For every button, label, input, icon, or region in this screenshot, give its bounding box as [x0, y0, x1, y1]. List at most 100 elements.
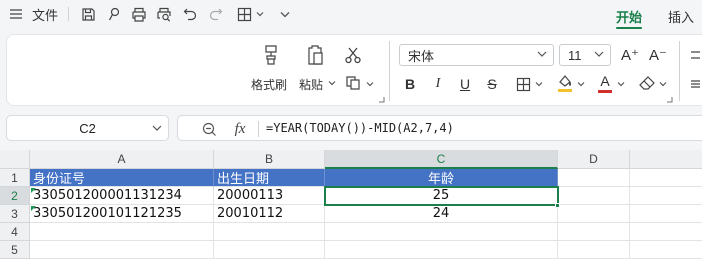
- row-header-4[interactable]: 4: [0, 223, 30, 241]
- col-header-c[interactable]: C: [325, 150, 558, 169]
- undo-icon[interactable]: [180, 0, 200, 28]
- name-box[interactable]: C2: [6, 115, 169, 141]
- tab-home[interactable]: 开始: [609, 4, 649, 28]
- clipboard-launcher-icon[interactable]: [378, 96, 385, 103]
- underline-button[interactable]: U: [456, 74, 474, 94]
- col-header-b[interactable]: B: [214, 150, 325, 169]
- cut-icon[interactable]: [342, 44, 364, 66]
- menu-bar: 文件 开始 插入: [0, 0, 702, 30]
- cell-e5[interactable]: [630, 241, 702, 259]
- redo-icon[interactable]: [205, 0, 225, 28]
- font-name-select[interactable]: 宋体: [399, 44, 554, 66]
- menu-hamburger-icon[interactable]: [8, 0, 24, 28]
- cell-a1[interactable]: 身份证号: [30, 169, 214, 187]
- cell-b5[interactable]: [214, 241, 325, 259]
- clear-format-icon[interactable]: [637, 73, 657, 93]
- print-preview-icon[interactable]: [154, 0, 174, 28]
- font-color-dropdown-icon[interactable]: [616, 79, 626, 89]
- name-box-value: C2: [79, 120, 96, 136]
- insert-function-button[interactable]: fx: [230, 119, 250, 139]
- paste-dropdown-icon[interactable]: [327, 78, 337, 88]
- zoom-formula-icon[interactable]: [200, 120, 218, 138]
- borders-dropdown-icon[interactable]: [534, 79, 544, 89]
- row-header-5-label: 5: [11, 242, 18, 257]
- cell-d5[interactable]: [558, 241, 630, 259]
- bold-button[interactable]: B: [401, 74, 419, 94]
- file-menu-label: 文件: [31, 7, 58, 23]
- cell-b2[interactable]: 20000113: [214, 187, 325, 205]
- col-header-a[interactable]: A: [30, 150, 214, 169]
- row-header-5[interactable]: 5: [0, 241, 30, 259]
- align-icon[interactable]: [689, 76, 701, 92]
- fill-color-dropdown-icon[interactable]: [576, 79, 586, 89]
- increase-font-icon[interactable]: A⁺: [619, 45, 641, 65]
- name-box-chevron-icon[interactable]: [152, 124, 162, 132]
- cell-c2[interactable]: 25: [325, 187, 558, 205]
- cell-a4[interactable]: [30, 223, 214, 241]
- font-launcher-icon[interactable]: [666, 96, 673, 103]
- italic-button[interactable]: I: [429, 74, 447, 94]
- text-number-indicator-a3[interactable]: [31, 206, 36, 211]
- col-header-b-label: B: [264, 152, 273, 166]
- table-style-icon[interactable]: [233, 0, 255, 28]
- row-header-2-label: 2: [11, 188, 18, 203]
- clear-format-dropdown-icon[interactable]: [658, 79, 668, 89]
- row-header-3[interactable]: 3: [0, 205, 30, 223]
- row-header-2[interactable]: 2: [0, 187, 30, 205]
- row-header-1-label: 1: [11, 170, 18, 185]
- more-chevron-icon[interactable]: [277, 0, 293, 28]
- copy-format-icon[interactable]: [343, 73, 363, 93]
- save-icon[interactable]: [78, 0, 98, 28]
- cell-c4[interactable]: [325, 223, 558, 241]
- format-painter-label[interactable]: 格式刷: [251, 76, 287, 93]
- select-all-corner[interactable]: [0, 150, 30, 169]
- cell-e1[interactable]: [630, 169, 702, 187]
- cell-e4[interactable]: [630, 223, 702, 241]
- fx-label: fx: [234, 120, 246, 137]
- col-header-d[interactable]: D: [558, 150, 630, 169]
- cell-b4[interactable]: [214, 223, 325, 241]
- paste-label[interactable]: 粘贴: [299, 76, 323, 93]
- decrease-font-label: A⁻: [649, 47, 667, 64]
- cell-a3[interactable]: 330501200101121235: [30, 205, 214, 223]
- font-color-icon[interactable]: A: [595, 72, 615, 94]
- cell-d4[interactable]: [558, 223, 630, 241]
- format-painter-icon[interactable]: [259, 42, 283, 68]
- cell-c5[interactable]: [325, 241, 558, 259]
- row-header-1[interactable]: 1: [0, 169, 30, 187]
- cell-b3[interactable]: 20010112: [214, 205, 325, 223]
- font-size-select[interactable]: 11: [559, 44, 611, 66]
- tab-insert[interactable]: 插入: [668, 4, 702, 28]
- font-name-value: 宋体: [408, 48, 435, 64]
- formula-bar[interactable]: fx =YEAR(TODAY())-MID(A2,7,4): [177, 115, 702, 141]
- cell-d2[interactable]: [558, 187, 630, 205]
- text-direction-icon[interactable]: [689, 47, 701, 63]
- borders-icon[interactable]: [513, 74, 533, 94]
- cell-c1[interactable]: 年龄: [325, 169, 558, 187]
- file-menu[interactable]: 文件: [30, 0, 60, 28]
- fill-color-icon[interactable]: [555, 72, 575, 94]
- formula-input[interactable]: =YEAR(TODAY())-MID(A2,7,4): [266, 121, 454, 135]
- cell-e2[interactable]: [630, 187, 702, 205]
- table-style-dropdown-icon[interactable]: [255, 0, 265, 28]
- strikethrough-button[interactable]: S: [483, 74, 501, 94]
- format-brush-icon[interactable]: [104, 0, 124, 28]
- print-icon[interactable]: [129, 0, 149, 28]
- cell-c3[interactable]: 24: [325, 205, 558, 223]
- font-name-chevron-icon: [537, 51, 547, 57]
- cell-e3[interactable]: [630, 205, 702, 223]
- cell-d3[interactable]: [558, 205, 630, 223]
- paste-icon[interactable]: [303, 42, 327, 68]
- text-number-indicator-a2[interactable]: [31, 188, 36, 193]
- cell-a2[interactable]: 330501200001131234: [30, 187, 214, 205]
- font-size-chevron-icon: [594, 51, 604, 57]
- font-size-value: 11: [568, 47, 582, 63]
- cell-a5[interactable]: [30, 241, 214, 259]
- font-color-label: A: [600, 73, 610, 89]
- fill-handle[interactable]: [555, 203, 560, 208]
- cell-b1[interactable]: 出生日期: [214, 169, 325, 187]
- col-header-e[interactable]: [630, 150, 702, 169]
- decrease-font-icon[interactable]: A⁻: [647, 45, 669, 65]
- copy-dropdown-icon[interactable]: [365, 79, 375, 89]
- cell-d1[interactable]: [558, 169, 630, 187]
